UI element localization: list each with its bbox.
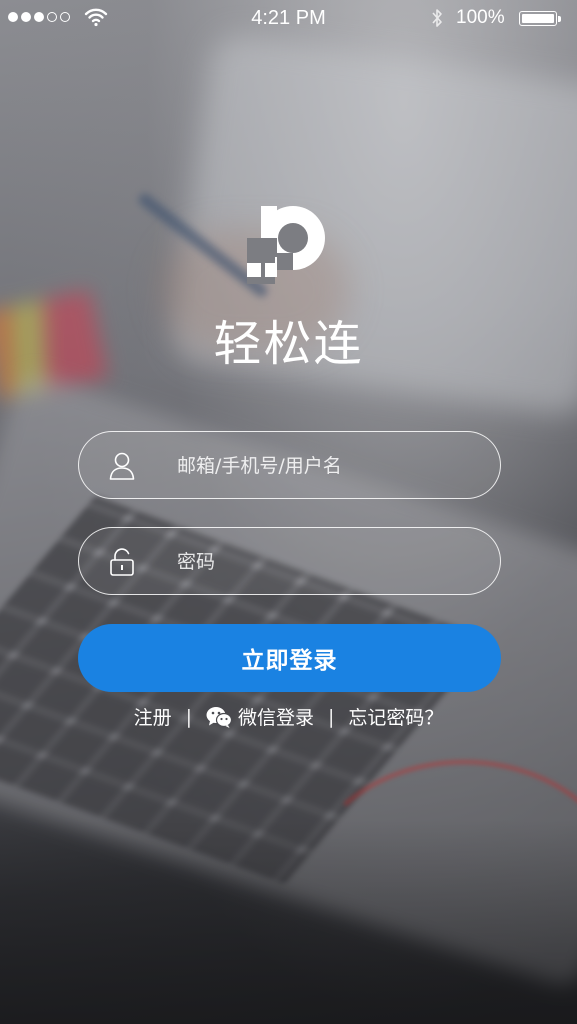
password-field[interactable] [78, 527, 501, 595]
link-separator: | [328, 705, 335, 728]
app-logo-icon [247, 206, 325, 284]
wechat-login-link[interactable]: 微信登录 [206, 703, 314, 730]
background-shadow [0, 820, 577, 1024]
battery-percent: 100% [456, 7, 505, 28]
user-icon [109, 452, 135, 480]
battery-tip [558, 16, 561, 22]
password-input[interactable] [175, 528, 479, 595]
battery-icon [519, 11, 557, 26]
app-name: 轻松连 [213, 316, 364, 372]
unlock-icon [110, 548, 134, 576]
login-button[interactable]: 立即登录 [78, 624, 501, 692]
wechat-icon [206, 706, 232, 728]
status-bar: 4:21 PM 100% [0, 0, 577, 36]
username-input[interactable] [175, 432, 479, 499]
auth-links: 注册 | 微信登录 | 忘记密码？ [0, 703, 577, 730]
link-separator: | [185, 705, 192, 728]
bluetooth-icon [432, 9, 442, 27]
username-field[interactable] [78, 431, 501, 499]
login-screen: 4:21 PM 100% 轻松连 邮箱/手机号/用户名 立即登录 注册 | 微信… [0, 0, 577, 1024]
wechat-login-label: 微信登录 [237, 707, 314, 729]
register-link[interactable]: 注册 [134, 703, 172, 730]
forgot-password-link[interactable]: 忘记密码？ [348, 703, 443, 730]
